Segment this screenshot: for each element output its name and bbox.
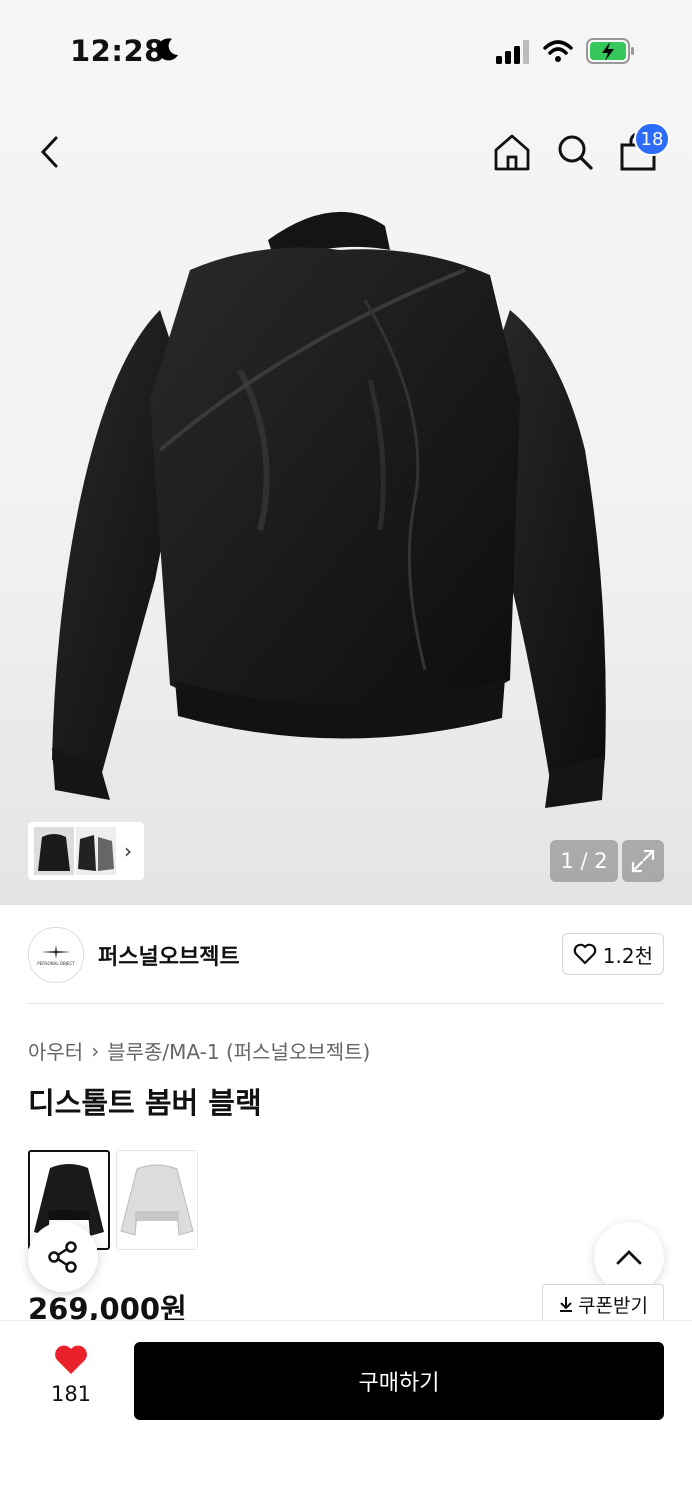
divider [28,1003,664,1004]
chevron-right-icon[interactable]: › [124,839,132,863]
brand-like-count: 1.2천 [602,943,653,968]
chevron-left-icon [40,136,58,168]
brand-star-icon [41,944,71,959]
search-icon [558,135,593,170]
battery-charging-icon [586,38,634,64]
heart-outline-icon [573,943,597,965]
wishlist-button[interactable]: 181 [40,1344,102,1406]
gallery-page-indicator: 1 / 2 [550,840,618,882]
cellular-signal-icon [496,40,529,64]
moon-icon [157,38,178,61]
coupon-button[interactable]: 쿠폰받기 [542,1284,664,1324]
heart-filled-icon [55,1345,87,1374]
thumbnail-image[interactable] [34,827,74,875]
brand-name[interactable]: 퍼스널오브젝트 [98,939,240,971]
status-time: 12:28 [70,34,165,68]
share-button[interactable] [28,1222,98,1292]
status-bar: 12:28 [0,0,692,100]
image-thumbnail-strip[interactable]: › [28,822,144,880]
scroll-to-top-button[interactable] [594,1222,664,1292]
brand-logo-text: PERSONAL OBJECT [37,960,75,966]
variant-image [120,1164,194,1236]
buy-button[interactable]: 구매하기 [134,1342,664,1420]
download-icon [560,1297,573,1312]
cart-count-badge: 18 [634,122,670,156]
breadcrumb: 아우터 › 블루종/MA-1 (퍼스널오브젝트) [28,1036,370,1065]
chevron-right-icon: › [91,1038,100,1063]
chevron-up-icon [616,1250,642,1265]
expand-icon [631,849,655,873]
back-button[interactable] [26,128,74,176]
breadcrumb-category[interactable]: 아우터 [28,1036,83,1065]
home-button[interactable] [488,128,536,176]
brand-row: PERSONAL OBJECT 퍼스널오브젝트 1.2천 [28,925,664,985]
top-navigation [0,110,692,190]
search-button[interactable] [551,128,599,176]
home-icon [494,134,530,171]
fullscreen-button[interactable] [622,840,664,882]
coupon-label: 쿠폰받기 [578,1294,648,1317]
thumbnail-image[interactable] [76,827,116,875]
product-main-image[interactable] [40,200,630,820]
share-icon [48,1241,77,1273]
wishlist-count: 181 [50,1382,92,1406]
breadcrumb-subcategory[interactable]: 블루종/MA-1 (퍼스널오브젝트) [107,1036,370,1065]
brand-like-button[interactable]: 1.2천 [561,933,664,975]
brand-logo[interactable]: PERSONAL OBJECT [28,927,84,983]
color-variant-white[interactable] [116,1150,198,1250]
wifi-icon [543,40,573,62]
product-title: 디스톨트 봄버 블랙 [28,1086,262,1120]
